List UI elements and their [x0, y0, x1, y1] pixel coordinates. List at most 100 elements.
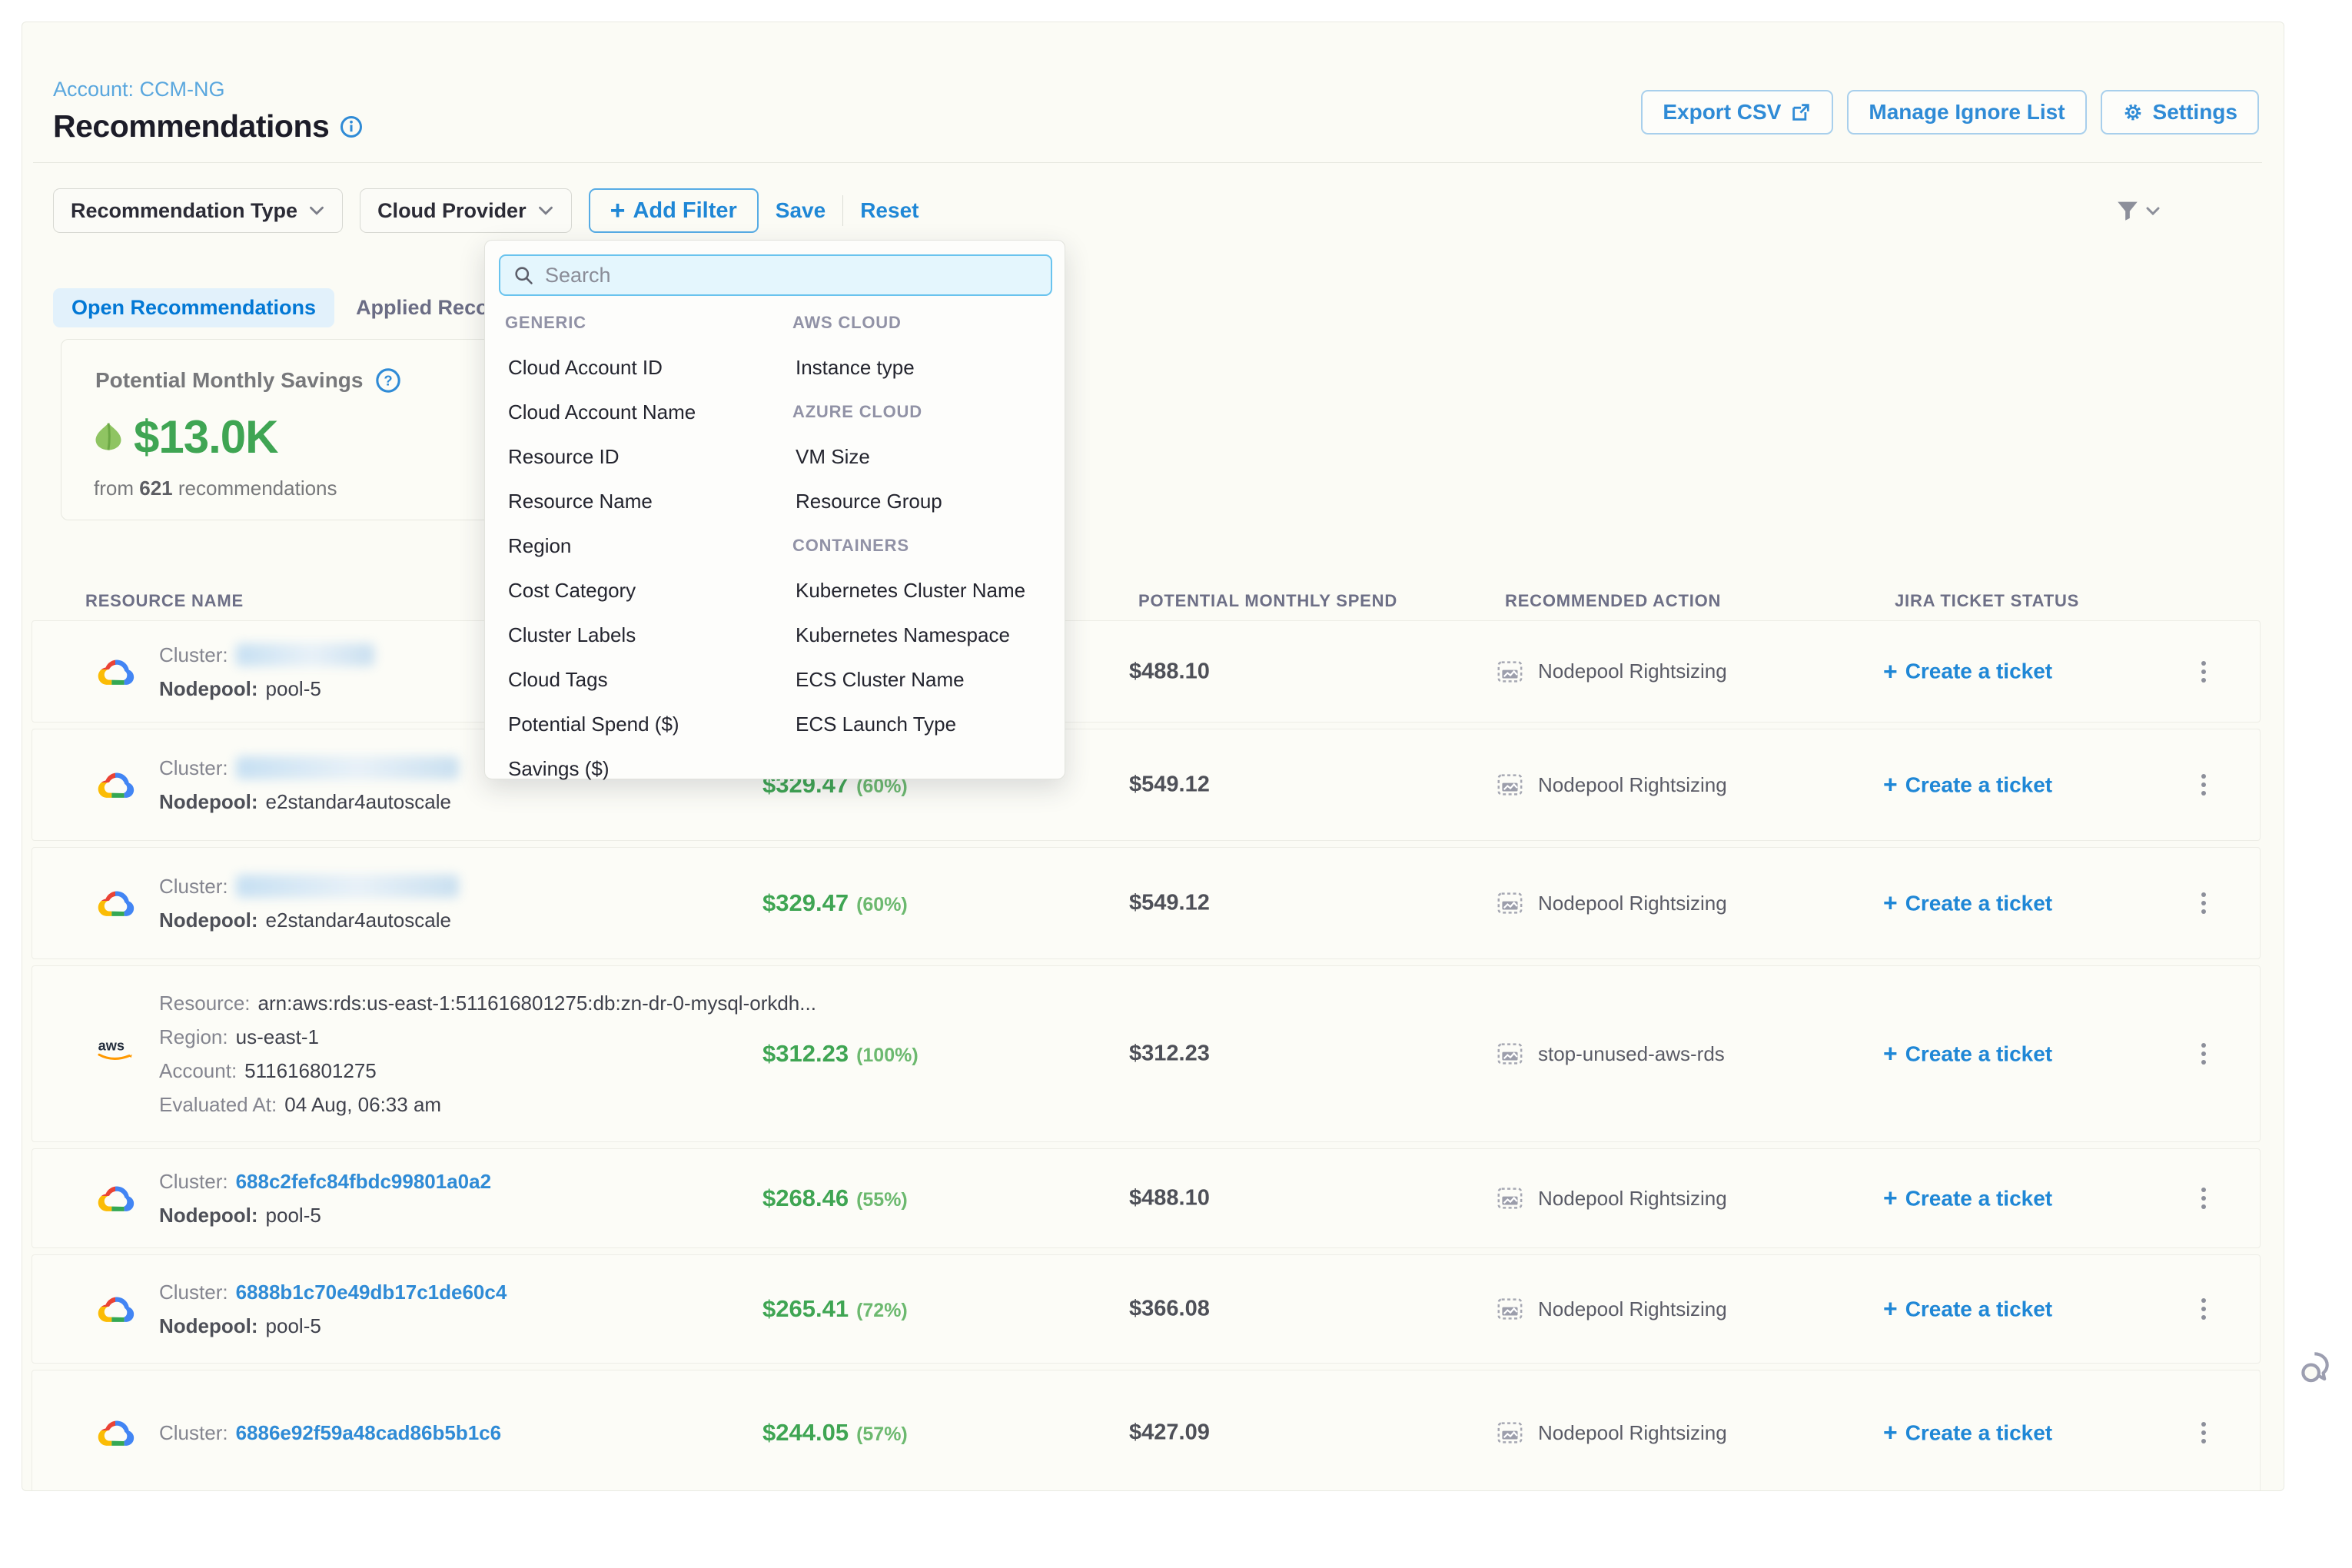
dropdown-item-resource-id[interactable]: Resource ID [505, 445, 620, 469]
cluster-link[interactable]: 6888b1c70e49db17c1de60c4 [236, 1275, 507, 1309]
filter-pill-cloud-provider[interactable]: Cloud Provider [360, 188, 572, 233]
create-ticket-label: Create a ticket [1905, 772, 2052, 797]
create-ticket-button[interactable]: + Create a ticket [1883, 1184, 2052, 1213]
recommended-action-label: Nodepool Rightsizing [1538, 1421, 1727, 1445]
export-csv-button[interactable]: Export CSV [1641, 90, 1833, 135]
help-icon[interactable]: ? [375, 367, 401, 394]
add-filter-dropdown: GENERICCloud Account IDCloud Account Nam… [484, 240, 1065, 779]
external-link-icon [1790, 101, 1812, 123]
resource-name-cell: Cluster:6886e92f59a48cad86b5b1c6 [159, 1416, 501, 1450]
table-row[interactable]: aws Resource:arn:aws:rds:us-east-1:51161… [32, 965, 2261, 1142]
create-ticket-button[interactable]: + Create a ticket [1883, 889, 2052, 918]
resource-line: Cluster: [159, 638, 374, 672]
dropdown-item-cluster-labels[interactable]: Cluster Labels [505, 623, 636, 647]
add-filter-button[interactable]: + Add Filter [589, 188, 759, 233]
row-menu-button[interactable] [2197, 1179, 2211, 1218]
column-header-resource-name: RESOURCE NAME [85, 591, 244, 611]
table-row[interactable]: Cluster:Nodepool:e2standar4autoscale $32… [32, 847, 2261, 959]
resource-line: Cluster: [159, 751, 459, 785]
create-ticket-button[interactable]: + Create a ticket [1883, 657, 2052, 686]
create-ticket-label: Create a ticket [1905, 1186, 2052, 1211]
create-ticket-label: Create a ticket [1905, 1041, 2052, 1066]
dropdown-item-resource-name[interactable]: Resource Name [505, 490, 653, 513]
row-menu-button[interactable] [2197, 1290, 2211, 1328]
potential-monthly-spend-cell: $312.23 [1129, 1041, 1210, 1067]
info-icon[interactable] [340, 115, 363, 138]
plus-icon: + [610, 198, 626, 224]
cluster-link[interactable]: 6886e92f59a48cad86b5b1c6 [236, 1416, 502, 1450]
recommended-action-cell: stop-unused-aws-rds [1497, 1041, 1725, 1067]
dropdown-item-kubernetes-cluster-name[interactable]: Kubernetes Cluster Name [792, 579, 1025, 603]
recommended-action-cell: Nodepool Rightsizing [1497, 1296, 1727, 1322]
dropdown-item-cost-category[interactable]: Cost Category [505, 579, 636, 603]
dropdown-item-cloud-tags[interactable]: Cloud Tags [505, 668, 608, 692]
potential-monthly-spend-cell: $488.10 [1129, 1186, 1210, 1211]
dropdown-item-potential-spend-[interactable]: Potential Spend ($) [505, 713, 679, 736]
funnel-icon [2114, 198, 2141, 224]
row-menu-button[interactable] [2197, 1414, 2211, 1452]
column-header-recommended-action: RECOMMENDED ACTION [1505, 591, 1721, 611]
dropdown-item-ecs-cluster-name[interactable]: ECS Cluster Name [792, 668, 965, 692]
table-row[interactable]: Cluster:6888b1c70e49db17c1de60c4Nodepool… [32, 1254, 2261, 1364]
tab-open-recommendations[interactable]: Open Recommendations [53, 288, 334, 327]
row-menu-button[interactable] [2197, 884, 2211, 922]
account-breadcrumb[interactable]: Account: CCM-NG [53, 78, 225, 101]
gcp-icon [94, 766, 137, 803]
filter-funnel-button[interactable] [2114, 198, 2161, 224]
save-filter-button[interactable]: Save [776, 198, 826, 223]
savings-value: $265.41 [762, 1295, 849, 1322]
dropdown-item-resource-group[interactable]: Resource Group [792, 490, 942, 513]
dropdown-section-aws-cloud: AWS CLOUD [792, 313, 902, 333]
potential-monthly-spend-cell: $549.12 [1129, 891, 1210, 916]
redacted-cluster-name [236, 875, 459, 898]
dropdown-item-cloud-account-id[interactable]: Cloud Account ID [505, 356, 663, 380]
table-row[interactable]: Cluster:6886e92f59a48cad86b5b1c6 $244.05… [32, 1370, 2261, 1491]
dropdown-item-region[interactable]: Region [505, 534, 571, 558]
rightsizing-action-icon [1497, 1420, 1526, 1446]
table-row[interactable]: Cluster:688c2fefc84fbdc99801a0a2Nodepool… [32, 1148, 2261, 1248]
plus-icon: + [1883, 657, 1898, 686]
table-row[interactable]: Cluster:Nodepool:pool-5 $488.10 Nodepool… [32, 620, 2261, 723]
create-ticket-button[interactable]: + Create a ticket [1883, 1419, 2052, 1447]
savings-percent: (72%) [856, 1300, 908, 1321]
filter-pill-recommendation-type[interactable]: Recommendation Type [53, 188, 343, 233]
support-chat-icon[interactable] [2297, 1347, 2340, 1390]
resource-value: pool-5 [266, 672, 321, 706]
aws-icon: aws [94, 1035, 137, 1072]
filter-bar: Recommendation Type Cloud Provider + Add … [53, 188, 919, 233]
row-menu-button[interactable] [2197, 766, 2211, 804]
dropdown-item-vm-size[interactable]: VM Size [792, 445, 870, 469]
dropdown-item-kubernetes-namespace[interactable]: Kubernetes Namespace [792, 623, 1010, 647]
svg-text:aws: aws [98, 1038, 125, 1054]
redacted-cluster-name [236, 756, 459, 779]
settings-button[interactable]: Settings [2101, 90, 2259, 135]
manage-ignore-list-button[interactable]: Manage Ignore List [1847, 90, 2086, 135]
svg-text:?: ? [384, 373, 393, 389]
create-ticket-button[interactable]: + Create a ticket [1883, 771, 2052, 799]
resource-line: Cluster:6886e92f59a48cad86b5b1c6 [159, 1416, 501, 1450]
dropdown-item-cloud-account-name[interactable]: Cloud Account Name [505, 400, 696, 424]
dropdown-item-instance-type[interactable]: Instance type [792, 356, 915, 380]
reset-filter-button[interactable]: Reset [860, 198, 919, 223]
dropdown-item-savings-[interactable]: Savings ($) [505, 757, 610, 781]
dropdown-search-input[interactable] [545, 264, 1038, 287]
recommended-action-cell: Nodepool Rightsizing [1497, 772, 1727, 798]
dropdown-item-ecs-launch-type[interactable]: ECS Launch Type [792, 713, 956, 736]
row-menu-button[interactable] [2197, 1035, 2211, 1073]
create-ticket-button[interactable]: + Create a ticket [1883, 1295, 2052, 1324]
savings-value: $268.46 [762, 1184, 849, 1211]
resource-name-cell: Cluster:Nodepool:pool-5 [159, 638, 374, 706]
recommended-action-label: Nodepool Rightsizing [1538, 1297, 1727, 1321]
cluster-link[interactable]: 688c2fefc84fbdc99801a0a2 [236, 1164, 491, 1198]
row-menu-button[interactable] [2197, 653, 2211, 691]
dropdown-section-containers: CONTAINERS [792, 536, 909, 556]
table-row[interactable]: Cluster:Nodepool:e2standar4autoscale $32… [32, 729, 2261, 841]
potential-monthly-savings-cell: $244.05(57%) [762, 1419, 908, 1447]
leaf-icon [91, 420, 126, 454]
savings-amount: $13.0K [134, 410, 277, 463]
dropdown-search-box[interactable] [499, 254, 1052, 296]
resource-line: Nodepool:pool-5 [159, 1309, 507, 1343]
recommended-action-cell: Nodepool Rightsizing [1497, 1420, 1727, 1446]
create-ticket-button[interactable]: + Create a ticket [1883, 1040, 2052, 1068]
gear-icon [2122, 101, 2144, 123]
